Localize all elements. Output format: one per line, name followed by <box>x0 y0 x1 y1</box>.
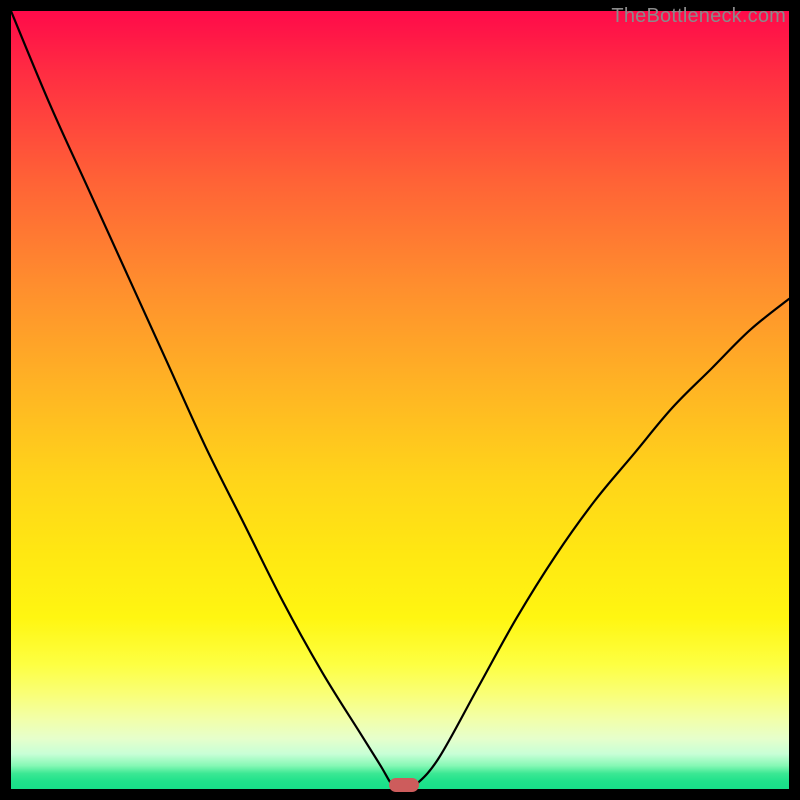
watermark-text: TheBottleneck.com <box>611 5 786 28</box>
optimal-point-marker <box>389 778 419 792</box>
bottleneck-curve <box>11 11 789 789</box>
chart-background <box>11 11 789 789</box>
